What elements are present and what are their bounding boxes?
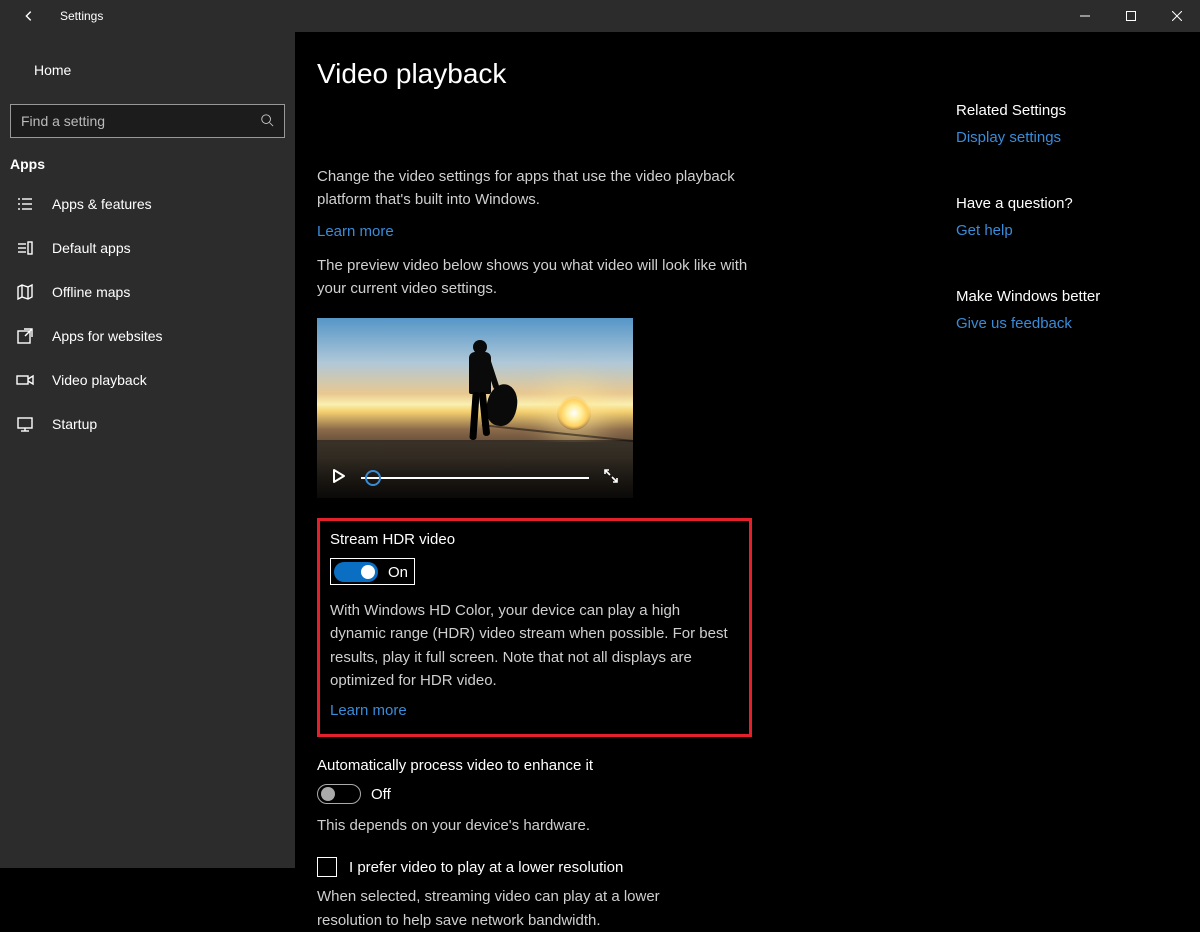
sidebar-item-offline-maps[interactable]: Offline maps (0, 270, 295, 314)
minimize-button[interactable] (1062, 0, 1108, 32)
autoprocess-title: Automatically process video to enhance i… (317, 757, 747, 774)
hdr-toggle-highlight: On (330, 558, 415, 585)
lowres-checkbox[interactable] (317, 857, 337, 877)
hdr-learn-more-link[interactable]: Learn more (330, 702, 407, 719)
sidebar: Home Apps Apps & features Default apps O… (0, 32, 295, 868)
display-settings-link[interactable]: Display settings (956, 129, 1061, 146)
video-icon (16, 371, 34, 389)
page-title: Video playback (317, 58, 917, 90)
sidebar-item-default-apps[interactable]: Default apps (0, 226, 295, 270)
related-settings-title: Related Settings (956, 102, 1156, 119)
sidebar-item-video-playback[interactable]: Video playback (0, 358, 295, 402)
sidebar-item-label: Offline maps (52, 284, 130, 300)
search-icon (260, 113, 274, 130)
right-column: Related Settings Display settings Have a… (956, 102, 1156, 381)
lowres-section: I prefer video to play at a lower resolu… (317, 857, 747, 932)
sidebar-item-startup[interactable]: Startup (0, 402, 295, 446)
preview-sun (557, 396, 591, 430)
video-preview[interactable] (317, 318, 633, 498)
hdr-section-highlight: Stream HDR video On With Windows HD Colo… (317, 518, 752, 737)
sidebar-section-title: Apps (0, 156, 295, 182)
feedback-link[interactable]: Give us feedback (956, 315, 1072, 332)
autoprocess-desc: This depends on your device's hardware. (317, 814, 717, 837)
close-button[interactable] (1154, 0, 1200, 32)
get-help-link[interactable]: Get help (956, 222, 1013, 239)
preview-person (455, 340, 499, 450)
hdr-toggle-label: On (388, 564, 408, 581)
sidebar-item-label: Apps for websites (52, 328, 163, 344)
preview-desc: The preview video below shows you what v… (317, 255, 757, 300)
title-bar: Settings (0, 0, 1200, 32)
sidebar-home[interactable]: Home (0, 50, 295, 90)
autoprocess-section: Automatically process video to enhance i… (317, 757, 747, 837)
window-title: Settings (60, 9, 103, 23)
video-controls (317, 458, 633, 498)
autoprocess-toggle[interactable] (317, 784, 361, 804)
fullscreen-icon[interactable] (603, 468, 619, 489)
lowres-label: I prefer video to play at a lower resolu… (349, 859, 623, 876)
search-input[interactable] (21, 113, 260, 129)
autoprocess-toggle-label: Off (371, 786, 391, 803)
sidebar-item-label: Apps & features (52, 196, 152, 212)
list-icon (16, 195, 34, 213)
hdr-desc: With Windows HD Color, your device can p… (330, 599, 730, 692)
hdr-toggle[interactable] (334, 562, 378, 582)
sidebar-item-label: Default apps (52, 240, 131, 256)
sidebar-item-label: Startup (52, 416, 97, 432)
learn-more-link[interactable]: Learn more (317, 223, 394, 240)
seek-bar[interactable] (361, 468, 589, 488)
play-icon[interactable] (331, 468, 347, 489)
main-content: Video playback Change the video settings… (295, 32, 1200, 868)
lowres-desc: When selected, streaming video can play … (317, 885, 717, 932)
open-icon (16, 327, 34, 345)
search-box[interactable] (10, 104, 285, 138)
sidebar-home-label: Home (34, 62, 71, 78)
question-title: Have a question? (956, 195, 1156, 212)
hdr-title: Stream HDR video (330, 531, 733, 548)
feedback-title: Make Windows better (956, 288, 1156, 305)
sidebar-item-apps-features[interactable]: Apps & features (0, 182, 295, 226)
back-icon[interactable] (22, 9, 36, 23)
sidebar-item-apps-websites[interactable]: Apps for websites (0, 314, 295, 358)
defaults-icon (16, 239, 34, 257)
startup-icon (16, 415, 34, 433)
map-icon (16, 283, 34, 301)
maximize-button[interactable] (1108, 0, 1154, 32)
intro-text: Change the video settings for apps that … (317, 166, 757, 211)
sidebar-item-label: Video playback (52, 372, 147, 388)
